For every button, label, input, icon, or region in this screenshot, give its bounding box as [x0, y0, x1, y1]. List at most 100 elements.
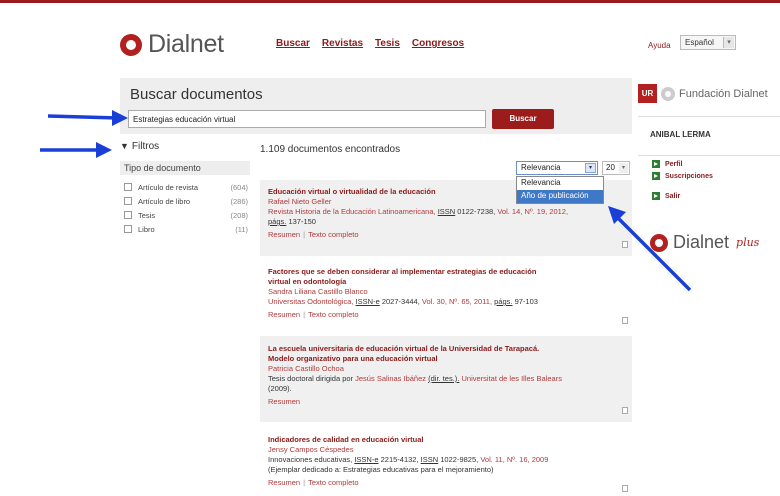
- abstract-link[interactable]: Resumen: [268, 478, 300, 487]
- abstract-link[interactable]: Resumen: [268, 310, 300, 319]
- chevron-down-icon: ▾: [619, 163, 628, 173]
- pages-value: 137-150: [288, 217, 316, 226]
- green-arrow-icon: [652, 160, 660, 168]
- ur-badge: UR: [638, 84, 657, 103]
- plus-text: Dialnet: [673, 232, 730, 252]
- per-page-value: 20: [606, 163, 615, 172]
- nav-revistas[interactable]: Revistas: [322, 38, 363, 49]
- dialnet-mark-icon: [661, 86, 675, 101]
- green-arrow-icon: [652, 172, 660, 180]
- issn-label: ISSN: [420, 455, 439, 464]
- result-title[interactable]: Indicadores de calidad en educación virt…: [268, 435, 624, 445]
- document-icon[interactable]: [622, 407, 628, 414]
- filter-label: Libro: [138, 224, 155, 234]
- thesis-prefix: Tesis doctoral dirigida por: [268, 374, 354, 383]
- abstract-link[interactable]: Resumen: [268, 230, 300, 239]
- advisor-link[interactable]: Jesús Salinas Ibáñez: [355, 374, 426, 383]
- filter-item[interactable]: Libro (11): [120, 222, 250, 236]
- university-link[interactable]: Universitat de les Illes Balears: [461, 374, 561, 383]
- result-author[interactable]: Jensy Campos Céspedes: [268, 445, 624, 455]
- filter-count: (604): [230, 182, 248, 192]
- journal-link[interactable]: Innovaciones educativas,: [268, 455, 352, 464]
- menu-salir[interactable]: Salir: [652, 190, 713, 202]
- journal-link[interactable]: Revista Historia de la Educación Latinoa…: [268, 207, 436, 216]
- help-link[interactable]: Ayuda: [648, 41, 671, 50]
- filter-label: Tesis: [138, 210, 156, 220]
- journal-link[interactable]: Universitas Odontológica,: [268, 297, 353, 306]
- nav-congresos[interactable]: Congresos: [412, 38, 464, 49]
- search-panel: Buscar documentos Buscar: [120, 78, 632, 134]
- nav-tesis[interactable]: Tesis: [375, 38, 400, 49]
- issn-e-label: ISSN-e: [354, 455, 379, 464]
- issn-value: 0122-7238,: [457, 207, 496, 216]
- arrow-to-filters: [40, 142, 112, 158]
- volume-link[interactable]: Vol. 30, Nº. 65, 2011,: [422, 297, 492, 306]
- document-icon[interactable]: [622, 317, 628, 324]
- menu-suscripciones[interactable]: Suscripciones: [652, 170, 713, 182]
- user-menu: Perfil Suscripciones Salir: [652, 158, 713, 202]
- fulltext-link[interactable]: Texto completo: [308, 478, 358, 487]
- search-input[interactable]: [128, 110, 486, 128]
- arrow-to-search-input: [47, 110, 128, 126]
- result-title-cont[interactable]: Modelo organizativo para una educación v…: [268, 354, 624, 364]
- menu-perfil-label: Perfil: [665, 160, 683, 168]
- menu-salir-label: Salir: [665, 192, 681, 200]
- dialnet-plus-icon: [650, 233, 668, 252]
- result-source: Universitas Odontológica, ISSN-e 2027-34…: [268, 297, 624, 307]
- sort-option-relevancia[interactable]: Relevancia: [517, 177, 603, 190]
- result-year: (2009).: [268, 384, 292, 393]
- filter-count: (286): [230, 196, 248, 206]
- volume-link[interactable]: Vol. 11, Nº. 16, 2009: [480, 455, 548, 464]
- user-name: ANIBAL LERMA: [650, 130, 711, 139]
- filter-item[interactable]: Tesis (208): [120, 208, 250, 222]
- per-page-select[interactable]: 20 ▾: [602, 161, 630, 175]
- results-count: 1.109 documentos encontrados: [260, 144, 401, 155]
- dialnet-plus-logo[interactable]: Dialnet plus: [650, 232, 759, 253]
- result-actions: Resumen | Texto completo: [268, 310, 359, 319]
- issn-label: ISSN-e: [355, 297, 380, 306]
- language-select[interactable]: Español ▾: [680, 35, 736, 50]
- foundation-banner[interactable]: UR Fundación Dialnet: [638, 84, 768, 103]
- result-title-cont[interactable]: virtual en odontología: [268, 277, 624, 287]
- result-source: Revista Historia de la Educación Latinoa…: [268, 207, 624, 217]
- filter-item[interactable]: Artículo de revista (604): [120, 180, 250, 194]
- sort-value: Relevancia: [521, 163, 561, 172]
- result-title[interactable]: Factores que se deben considerar al impl…: [268, 267, 624, 277]
- green-arrow-icon: [652, 192, 660, 200]
- search-button[interactable]: Buscar: [492, 109, 554, 129]
- filter-count: (208): [230, 210, 248, 220]
- filter-item[interactable]: Artículo de libro (286): [120, 194, 250, 208]
- filter-checkbox[interactable]: [124, 225, 132, 233]
- abstract-link[interactable]: Resumen: [268, 397, 300, 406]
- menu-perfil[interactable]: Perfil: [652, 158, 713, 170]
- fulltext-link[interactable]: Texto completo: [308, 230, 358, 239]
- sort-select[interactable]: Relevancia ▾: [516, 161, 598, 175]
- filter-label: Artículo de libro: [138, 196, 191, 206]
- volume-link[interactable]: Vol. 14, Nº. 19, 2012,: [497, 207, 568, 216]
- filter-list: Artículo de revista (604) Artículo de li…: [120, 180, 250, 236]
- issn-value: 1022-9825,: [440, 455, 479, 464]
- document-icon[interactable]: [622, 485, 628, 492]
- filter-group-title[interactable]: Tipo de documento: [120, 161, 250, 175]
- result-pages: págs. 137-150: [268, 217, 624, 227]
- document-icon[interactable]: [622, 241, 628, 248]
- filter-checkbox[interactable]: [124, 197, 132, 205]
- dialnet-logo-icon: [120, 33, 142, 56]
- result-author[interactable]: Sandra Liliana Castillo Blanco: [268, 287, 624, 297]
- result-actions: Resumen | Texto completo: [268, 478, 359, 487]
- filters-header[interactable]: ▼ Filtros: [120, 141, 250, 156]
- result-author[interactable]: Patricia Castillo Ochoa: [268, 364, 624, 374]
- nav-buscar[interactable]: Buscar: [276, 38, 310, 49]
- result-title[interactable]: La escuela universitaria de educación vi…: [268, 344, 624, 354]
- sort-option-ano[interactable]: Año de publicación: [517, 190, 603, 203]
- filter-checkbox[interactable]: [124, 183, 132, 191]
- result-source: Innovaciones educativas, ISSN-e 2215-413…: [268, 455, 624, 465]
- filter-checkbox[interactable]: [124, 211, 132, 219]
- issn-label: ISSN: [437, 207, 456, 216]
- fulltext-link[interactable]: Texto completo: [308, 310, 358, 319]
- result-item: Factores que se deben considerar al impl…: [260, 262, 632, 332]
- result-actions: Resumen: [268, 397, 624, 407]
- dialnet-logo[interactable]: Dialnet: [120, 30, 224, 59]
- filter-count: (11): [235, 224, 248, 234]
- language-value: Español: [685, 38, 714, 47]
